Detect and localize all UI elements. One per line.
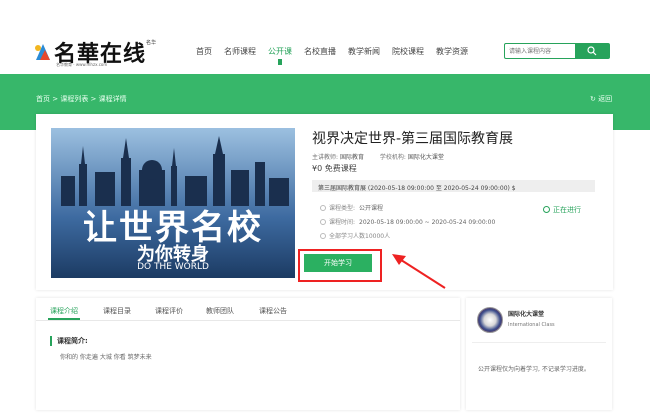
tab-teacher-team[interactable]: 教师团队 [206,306,234,316]
site-header: 名華在线 名华教育 · www.mhzx.com 名华 首页 名师课程 公开课 … [0,0,650,74]
school-label: 学校机构: [379,154,406,161]
tab-course-intro[interactable]: 课程介绍 [50,306,78,316]
back-label: 返回 [598,95,613,103]
clock-icon [320,219,326,225]
site-logo[interactable]: 名華在线 名华教育 · www.mhzx.com 名华 [32,36,162,70]
nav-item-home[interactable]: 首页 [196,46,212,60]
course-price: ¥0 免费课程 [312,164,357,173]
course-cover-image: 让世界名校 为你转身 DO THE WORLD [51,128,295,278]
search-box [504,43,610,59]
start-learning-button[interactable]: 开始学习 [304,254,372,272]
search-icon [587,46,597,56]
schedule-selector[interactable]: 第三届国际教育展 (2020-05-18 09:00:00 至 2020-05-… [312,180,595,192]
nav-item-news[interactable]: 教学新闻 [348,46,380,60]
provider-divider [472,342,606,343]
city-skyline-icon [61,136,289,206]
nav-item-famous-teacher[interactable]: 名师课程 [224,46,256,60]
provider-avatar [477,307,503,333]
tabs-divider [36,320,460,321]
intro-text: 你和的 你走遍 大城 你看 筑梦未来 [60,354,152,361]
course-time-row: 课程时间: 2020-05-18 09:00:00 ~ 2020-05-24 09… [320,217,495,226]
provider-subtitle: International Class [508,322,555,328]
time-label: 课程时间: [329,219,356,226]
search-button[interactable] [575,44,609,58]
teacher-name: 国际教育 [339,154,364,161]
learners-row: 全部学习人数10000人 [320,231,390,240]
course-type-row: 课程类型: 公开课程 [320,203,383,212]
status-badge: 正在进行 [543,205,581,215]
status-text: 正在进行 [553,206,581,214]
tab-course-catalog[interactable]: 课程目录 [103,306,131,316]
type-icon [320,205,326,211]
logo-mark-icon [35,44,50,60]
brand-subtitle: 名华教育 · www.mhzx.com [56,62,108,67]
search-input[interactable] [509,46,573,57]
nav-item-school-courses[interactable]: 院校课程 [392,46,424,60]
nav-item-live[interactable]: 名校直播 [304,46,336,60]
type-label: 课程类型: [329,205,356,212]
back-link[interactable]: ↻ 返回 [590,94,612,104]
time-value: 2020-05-18 09:00:00 ~ 2020-05-24 09:00:0… [359,219,496,226]
status-ring-icon [543,206,550,213]
cover-english: DO THE WORLD [137,262,209,272]
provider-note: 公开课程仅为向着学习, 不记录学习进度。 [478,366,590,373]
user-icon [320,233,326,239]
intro-heading: 课程简介: [50,336,88,346]
type-value: 公开课程 [359,205,384,212]
school-name: 国际化大课堂 [407,154,444,161]
provider-name[interactable]: 国际化大课堂 [508,309,544,318]
teacher-label: 主讲教师: [312,154,339,161]
course-title: 视界决定世界-第三届国际教育展 [312,131,514,147]
highlight-arrow-icon [392,254,446,289]
breadcrumb[interactable]: 首页 > 课程列表 > 课程详情 [36,94,127,104]
nav-item-resources[interactable]: 教学资源 [436,46,468,60]
brand-side-text: 名华 [146,40,157,46]
learners-count: 全部学习人数10000人 [329,233,391,240]
main-nav: 首页 名师课程 公开课 名校直播 教学新闻 院校课程 教学资源 [196,46,480,65]
course-meta: 主讲教师: 国际教育 学校机构: 国际化大课堂 [312,152,458,161]
nav-item-open-class[interactable]: 公开课 [268,46,292,65]
tab-course-notice[interactable]: 课程公告 [259,306,287,316]
tab-course-review[interactable]: 课程评价 [155,306,183,316]
